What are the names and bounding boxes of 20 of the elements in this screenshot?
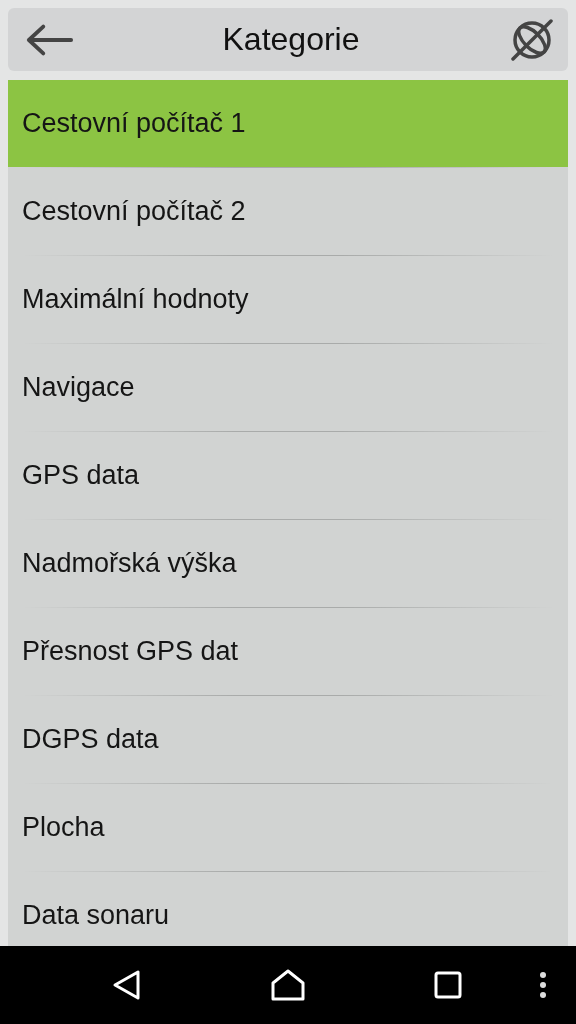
category-item[interactable]: Cestovní počítač 1 (8, 80, 568, 167)
category-item[interactable]: Plocha (8, 784, 568, 871)
category-item[interactable]: Nadmořská výška (8, 520, 568, 607)
category-item[interactable]: Cestovní počítač 2 (8, 168, 568, 255)
home-icon (271, 969, 305, 1001)
category-item[interactable]: Data sonaru (8, 872, 568, 946)
square-icon (434, 971, 462, 999)
menu-button[interactable] (538, 971, 548, 999)
category-item[interactable]: GPS data (8, 432, 568, 519)
category-item[interactable]: DGPS data (8, 696, 568, 783)
category-item[interactable]: Maximální hodnoty (8, 256, 568, 343)
home-button[interactable] (271, 969, 305, 1001)
recent-apps-button[interactable] (434, 971, 462, 999)
category-item[interactable]: Navigace (8, 344, 568, 431)
more-dots-icon (538, 971, 548, 999)
back-button[interactable] (112, 969, 142, 1001)
back-triangle-icon (112, 969, 142, 1001)
category-item[interactable]: Přesnost GPS dat (8, 608, 568, 695)
screen-title: Kategorie (222, 21, 360, 58)
crossed-globe-icon (511, 18, 553, 61)
